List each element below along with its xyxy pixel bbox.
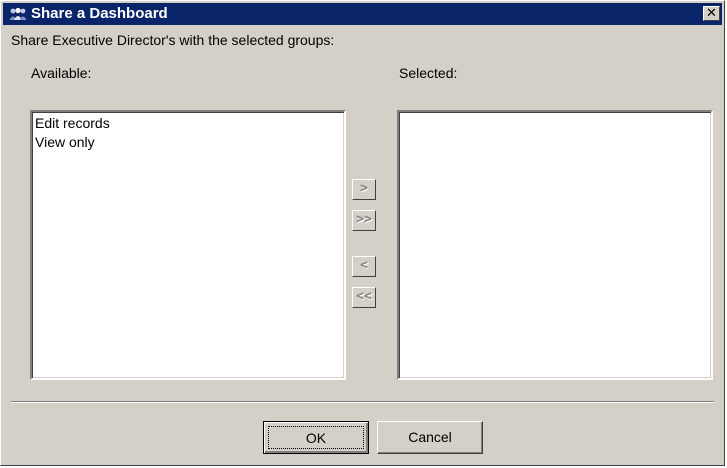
selected-label: Selected: [399, 65, 458, 81]
share-prompt: Share Executive Director's with the sele… [11, 32, 335, 48]
list-item-view-only[interactable]: View only [35, 133, 341, 152]
remove-all-button[interactable]: << [352, 287, 376, 308]
add-button[interactable]: > [352, 179, 376, 200]
list-item-edit-records[interactable]: Edit records [35, 114, 341, 133]
share-dashboard-dialog: Share a Dashboard ✕ Share Executive Dire… [0, 0, 725, 466]
available-label: Available: [31, 65, 92, 81]
window-title: Share a Dashboard [31, 5, 168, 22]
available-list[interactable]: Edit records View only [30, 110, 346, 380]
close-button[interactable]: ✕ [703, 6, 720, 21]
close-icon: ✕ [706, 6, 717, 21]
footer-separator [11, 401, 714, 403]
title-bar[interactable]: Share a Dashboard ✕ [3, 3, 722, 25]
add-all-button[interactable]: >> [352, 210, 376, 231]
selected-list[interactable] [397, 110, 713, 380]
cancel-button[interactable]: Cancel [377, 421, 483, 454]
remove-button[interactable]: < [352, 256, 376, 277]
people-group-icon [9, 7, 27, 20]
ok-button[interactable]: OK [263, 421, 369, 454]
ok-button-label: OK [268, 426, 364, 449]
